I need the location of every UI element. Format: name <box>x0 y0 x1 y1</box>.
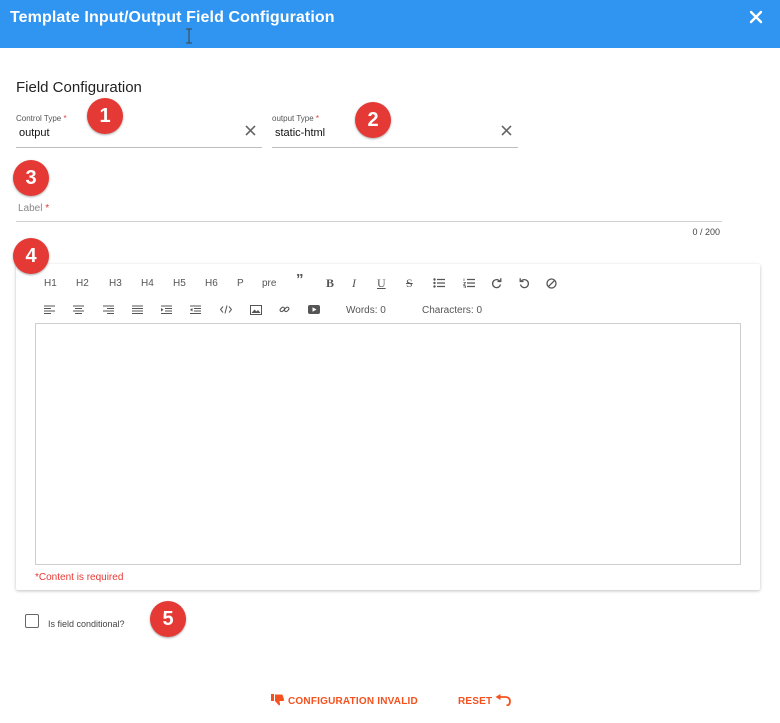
h1-button[interactable]: H1 <box>44 278 57 289</box>
annotation-badge-2: 2 <box>355 102 391 138</box>
outdent-icon[interactable] <box>190 305 201 317</box>
control-type-label: Control Type <box>16 114 62 123</box>
dialog-title: Template Input/Output Field Configuratio… <box>10 9 335 26</box>
control-type-field[interactable]: Control Type * output <box>16 114 262 148</box>
word-count: Words: 0 <box>346 304 386 316</box>
redo-icon[interactable] <box>491 278 502 292</box>
link-icon[interactable] <box>279 304 290 318</box>
quote-button[interactable]: ” <box>296 271 304 288</box>
annotation-badge-5: 5 <box>150 601 186 637</box>
close-icon[interactable] <box>746 7 766 27</box>
required-mark: * <box>45 203 50 214</box>
video-icon[interactable] <box>308 305 320 317</box>
h6-button[interactable]: H6 <box>205 278 218 289</box>
conditional-label: Is field conditional? <box>48 619 125 629</box>
strikethrough-button[interactable]: S <box>406 276 413 291</box>
section-title: Field Configuration <box>16 79 142 96</box>
annotation-badge-1: 1 <box>87 98 123 134</box>
numbered-list-icon[interactable] <box>462 278 475 291</box>
underline-button[interactable]: U <box>377 276 386 291</box>
content-error-message: *Content is required <box>35 572 124 583</box>
bold-button[interactable]: B <box>326 276 334 291</box>
pre-button[interactable]: pre <box>262 278 276 289</box>
character-count: Characters: 0 <box>422 304 483 316</box>
thumbs-down-icon <box>271 694 285 709</box>
h3-button[interactable]: H3 <box>109 278 122 289</box>
output-type-field[interactable]: output Type * static-html <box>272 114 518 148</box>
image-icon[interactable] <box>250 305 262 318</box>
label-input[interactable]: Label * <box>16 203 722 222</box>
align-center-icon[interactable] <box>73 305 84 317</box>
dialog-header: Template Input/Output Field Configuratio… <box>0 0 780 48</box>
annotation-badge-3: 3 <box>13 160 49 196</box>
output-type-value: static-html <box>275 127 326 139</box>
clear-format-icon[interactable] <box>546 278 557 292</box>
rich-text-editor: H1 H2 H3 H4 H5 H6 P pre ” B I U S Words:… <box>16 264 760 590</box>
required-mark: * <box>315 114 320 123</box>
clear-icon[interactable] <box>501 125 512 139</box>
field-underline <box>16 221 722 222</box>
h5-button[interactable]: H5 <box>173 278 186 289</box>
conditional-checkbox[interactable] <box>25 614 39 628</box>
h4-button[interactable]: H4 <box>141 278 154 289</box>
output-type-label: output Type <box>272 114 314 123</box>
text-cursor-icon <box>186 28 192 44</box>
italic-button[interactable]: I <box>352 276 356 291</box>
control-type-value: output <box>19 127 50 139</box>
field-underline <box>16 147 262 148</box>
reset-label: RESET <box>458 696 493 707</box>
label-field-label: Label <box>18 203 43 214</box>
align-right-icon[interactable] <box>103 305 114 317</box>
editor-content-area[interactable] <box>35 323 741 565</box>
editor-toolbar-row-2: Words: 0 Characters: 0 <box>16 300 760 320</box>
undo-icon[interactable] <box>519 278 530 292</box>
p-button[interactable]: P <box>237 278 244 289</box>
bullet-list-icon[interactable] <box>433 278 445 291</box>
undo-arrow-icon <box>495 694 512 709</box>
required-mark: * <box>63 114 67 123</box>
configuration-invalid-button[interactable]: CONFIGURATION INVALID <box>271 694 418 709</box>
align-left-icon[interactable] <box>44 305 55 317</box>
char-counter: 0 / 200 <box>692 227 720 237</box>
reset-button[interactable]: RESET <box>458 694 512 709</box>
indent-icon[interactable] <box>161 305 172 317</box>
align-justify-icon[interactable] <box>132 305 143 317</box>
configuration-invalid-label: CONFIGURATION INVALID <box>288 696 418 707</box>
field-underline <box>272 147 518 148</box>
code-icon[interactable] <box>219 305 233 317</box>
h2-button[interactable]: H2 <box>76 278 89 289</box>
clear-icon[interactable] <box>245 125 256 139</box>
annotation-badge-4: 4 <box>13 238 49 274</box>
